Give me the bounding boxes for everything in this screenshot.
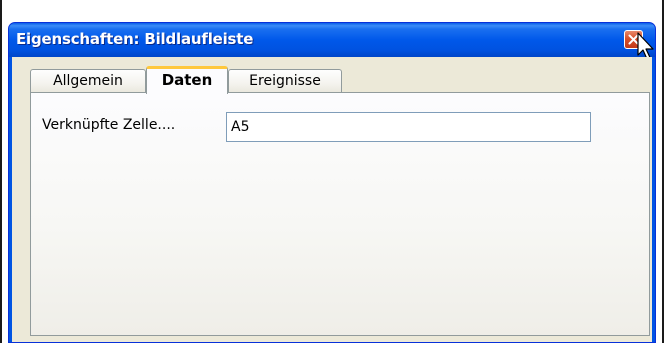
close-icon [628,34,639,45]
close-button[interactable] [624,30,643,49]
properties-dialog: Eigenschaften: Bildlaufleiste Allgemein … [8,22,656,343]
title-bar[interactable]: Eigenschaften: Bildlaufleiste [9,23,655,60]
tab-allgemein[interactable]: Allgemein [30,69,146,93]
tab-daten[interactable]: Daten [146,66,228,94]
dialog-bottom-area [12,336,652,342]
linked-cell-label: Verknüpfte Zelle.... [42,117,176,133]
linked-cell-input[interactable] [226,112,591,142]
tab-panel-daten: Verknüpfte Zelle.... [30,92,650,336]
window-title: Eigenschaften: Bildlaufleiste [16,30,254,48]
tab-ereignisse[interactable]: Ereignisse [228,69,342,93]
dialog-client-area: Allgemein Daten Ereignisse Verknüpfte Ze… [12,57,652,342]
